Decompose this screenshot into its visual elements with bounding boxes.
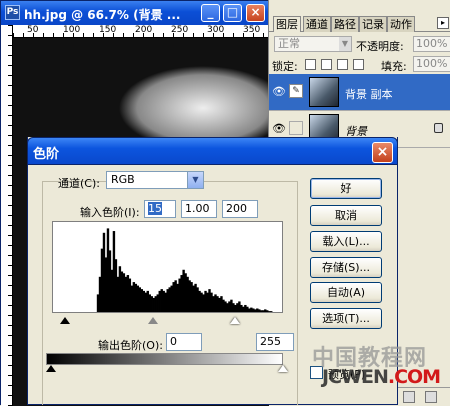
ruler-label: 300 <box>207 25 225 35</box>
dialog-title-bar[interactable]: 色阶 × <box>27 137 398 165</box>
output-white-field[interactable]: 255 <box>256 333 294 351</box>
output-black-field[interactable]: 0 <box>166 333 202 351</box>
chevron-down-icon: ▼ <box>187 172 203 188</box>
eye-icon[interactable]: 👁 <box>272 85 286 98</box>
lock-label: 锁定: <box>272 60 298 73</box>
histogram-graph <box>96 228 273 312</box>
link-slot <box>289 121 303 135</box>
lock-icon <box>434 123 443 133</box>
close-icon: × <box>376 144 389 160</box>
new-layer-button-icon[interactable] <box>403 391 415 403</box>
close-button[interactable]: × <box>246 4 265 22</box>
layer-thumbnail <box>309 77 339 107</box>
panel-menu-icon[interactable]: ▸ <box>437 17 449 29</box>
output-white-handle[interactable] <box>278 365 288 372</box>
input-gamma-field[interactable]: 1.00 <box>181 200 217 218</box>
maximize-icon: □ <box>226 5 239 19</box>
auto-button[interactable]: 自动(A) <box>310 282 382 303</box>
lock-all-checkbox[interactable] <box>353 59 364 70</box>
layer-name: 背景 副本 <box>345 88 393 101</box>
photoshop-icon: Ps <box>5 5 20 20</box>
input-black-value: 15 <box>148 202 162 215</box>
watermark-logo-en: JCWEN.COM <box>322 366 441 388</box>
chevron-down-icon: ▼ <box>339 37 351 51</box>
input-levels-slider[interactable] <box>52 313 283 325</box>
watermark-text-a: JCWEN <box>322 366 389 388</box>
horizontal-ruler: 50 100 150 200 250 300 350 <box>13 25 269 38</box>
load-button[interactable]: 载入(L)... <box>310 231 382 252</box>
trash-icon[interactable] <box>425 391 437 403</box>
ruler-label: 200 <box>135 25 153 35</box>
tab-history[interactable]: 记录 <box>359 16 387 32</box>
lock-transparency-checkbox[interactable] <box>305 59 316 70</box>
tab-actions[interactable]: 动作 <box>387 16 415 32</box>
cancel-button[interactable]: 取消 <box>310 205 382 226</box>
output-levels-label: 输出色阶(O): <box>98 339 163 352</box>
brush-icon: ✎ <box>289 84 303 98</box>
minimize-icon: _ <box>207 5 214 19</box>
document-title: hh.jpg @ 66.7% (背景 ... <box>24 8 181 22</box>
blend-mode-value: 正常 <box>278 37 300 50</box>
input-black-field[interactable]: 15 <box>144 200 176 218</box>
opacity-label: 不透明度: <box>356 40 404 53</box>
panel-tabs: 图层 通道 路径 记录 动作 ▸ <box>269 16 450 32</box>
document-title-bar[interactable]: Ps hh.jpg @ 66.7% (背景 ... _ □ × <box>1 1 269 25</box>
tab-paths[interactable]: 路径 <box>331 16 359 32</box>
fill-label: 填充: <box>381 60 407 73</box>
tab-channels[interactable]: 通道 <box>303 16 331 32</box>
output-levels-gradient[interactable] <box>46 353 283 365</box>
opacity-field[interactable]: 100% <box>413 36 450 52</box>
maximize-button[interactable]: □ <box>223 4 242 22</box>
ruler-label: 150 <box>99 25 117 35</box>
blend-mode-select[interactable]: 正常 ▼ <box>274 36 352 52</box>
fill-field[interactable]: 100% <box>413 56 450 72</box>
ruler-label: 250 <box>171 25 189 35</box>
ok-button[interactable]: 好 <box>310 178 382 199</box>
tab-layers[interactable]: 图层 <box>273 16 301 32</box>
options-button[interactable]: 选项(T)... <box>310 308 382 329</box>
histogram <box>52 221 283 313</box>
channel-select[interactable]: RGB ▼ <box>106 171 204 189</box>
eye-icon[interactable]: 👁 <box>272 122 286 135</box>
lock-pixels-checkbox[interactable] <box>321 59 332 70</box>
input-levels-label: 输入色阶(I): <box>80 206 140 219</box>
channel-value: RGB <box>111 173 135 186</box>
white-point-handle[interactable] <box>230 317 240 324</box>
ruler-label: 350 <box>243 25 261 35</box>
histogram-bar <box>270 311 273 312</box>
watermark-text-b: .COM <box>387 366 441 388</box>
save-button[interactable]: 存储(S)... <box>310 257 382 278</box>
vertical-ruler <box>1 25 13 406</box>
ruler-label: 50 <box>27 25 39 35</box>
dialog-title: 色阶 <box>33 147 60 162</box>
layer-row[interactable]: 👁 ✎ 背景 副本 <box>269 74 450 111</box>
output-black-handle[interactable] <box>46 365 56 372</box>
close-icon: × <box>250 5 261 19</box>
black-point-handle[interactable] <box>60 317 70 324</box>
channel-label: 通道(C): <box>58 177 100 190</box>
midtone-handle[interactable] <box>148 317 158 324</box>
dialog-close-button[interactable]: × <box>372 142 393 163</box>
lock-position-checkbox[interactable] <box>337 59 348 70</box>
minimize-button[interactable]: _ <box>201 4 220 22</box>
input-white-field[interactable]: 200 <box>222 200 258 218</box>
ruler-label: 100 <box>63 25 81 35</box>
